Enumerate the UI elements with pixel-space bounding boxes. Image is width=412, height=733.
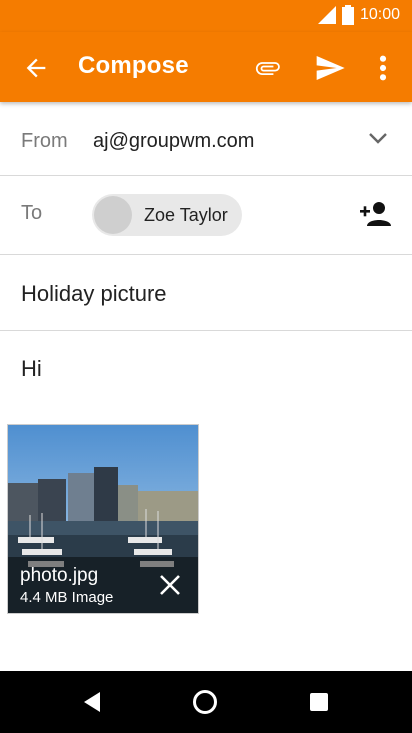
to-row[interactable]: To Zoe Taylor [0,176,412,255]
recipient-chip[interactable]: Zoe Taylor [92,194,242,236]
status-bar: 10:00 [0,0,412,32]
paperclip-icon[interactable] [252,54,282,82]
app-bar: Compose [0,32,412,102]
attachment-meta: 4.4 MB Image [20,589,114,606]
navigation-bar [0,671,412,733]
from-row[interactable]: From aj@groupwm.com [0,102,412,176]
attachment-name: photo.jpg [20,565,99,586]
status-icons: 10:00 [317,5,400,25]
body-field[interactable]: Hi [21,356,42,382]
subject-field[interactable]: Holiday picture [21,281,167,307]
back-icon[interactable] [82,691,102,713]
subject-row[interactable]: Holiday picture [0,255,412,331]
close-icon[interactable] [158,573,182,597]
home-icon[interactable] [192,689,218,715]
status-time: 10:00 [359,6,400,23]
add-person-icon[interactable] [360,200,392,226]
signal-icon [317,6,336,24]
send-icon[interactable] [314,52,346,84]
battery-icon [341,5,354,25]
arrow-back-icon[interactable] [22,54,50,82]
more-vert-icon[interactable] [372,52,394,84]
from-account[interactable]: aj@groupwm.com [93,130,254,153]
avatar [94,196,132,234]
chevron-down-icon[interactable] [368,130,388,146]
to-label: To [21,202,43,224]
page-title: Compose [78,52,189,79]
recipient-name: Zoe Taylor [144,205,228,225]
attachment-card[interactable]: photo.jpg 4.4 MB Image [8,425,198,613]
from-label: From [21,130,68,152]
recents-icon[interactable] [310,693,328,711]
